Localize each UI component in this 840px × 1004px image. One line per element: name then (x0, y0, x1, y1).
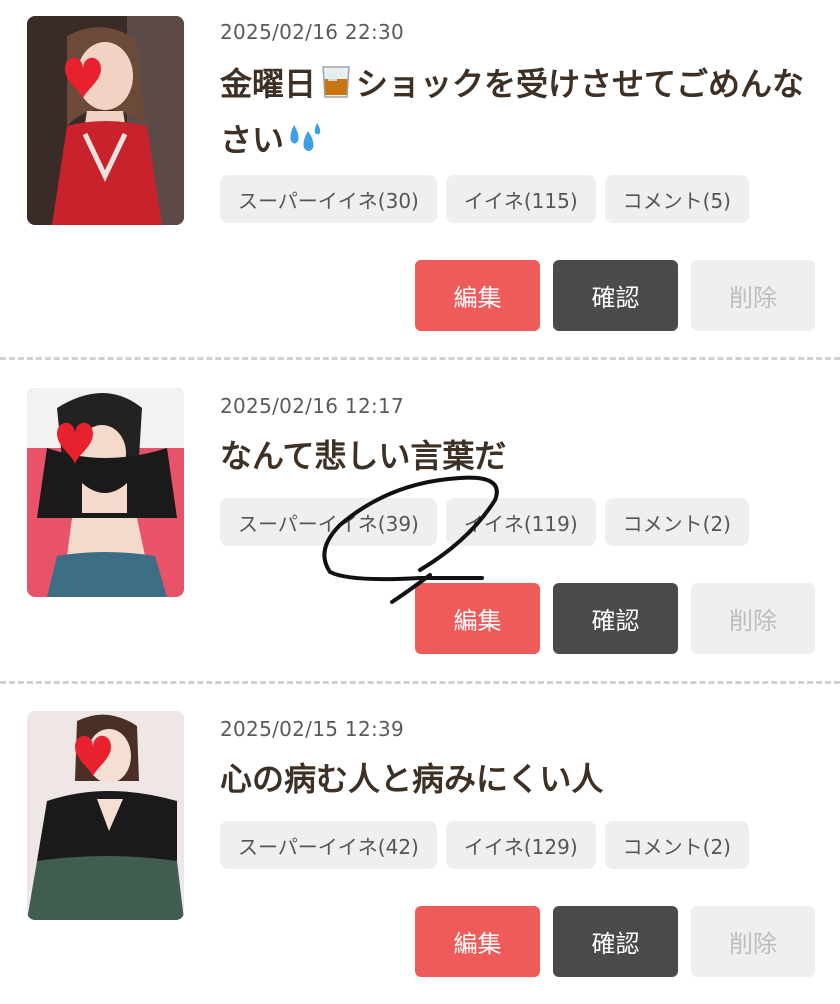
post-title[interactable]: 心の病む人と病みにくい人 (220, 751, 820, 807)
confirm-button[interactable]: 確認 (553, 583, 678, 654)
post-item: 2025/02/16 22:30 金曜日 ショックを受けさせてごめんなさい スー… (0, 0, 840, 331)
super-like-count[interactable]: スーパーイイネ(30) (220, 175, 437, 223)
comment-count[interactable]: コメント(5) (604, 175, 749, 223)
delete-button[interactable]: 削除 (691, 906, 815, 977)
super-like-count[interactable]: スーパーイイネ(39) (220, 498, 437, 546)
like-count[interactable]: イイネ(119) (445, 498, 596, 546)
edit-button[interactable]: 編集 (415, 260, 540, 331)
post-item: 2025/02/15 12:39 心の病む人と病みにくい人 スーパーイイネ(42… (0, 683, 840, 1004)
delete-button[interactable]: 削除 (691, 260, 815, 331)
post-title[interactable]: なんて悲しい言葉だ (220, 428, 820, 484)
whisky-glass-icon (322, 66, 350, 98)
post-actions: 編集 確認 削除 (415, 260, 815, 331)
post-date: 2025/02/15 12:39 (220, 717, 405, 741)
confirm-button[interactable]: 確認 (553, 260, 678, 331)
post-item: 2025/02/16 12:17 なんて悲しい言葉だ スーパーイイネ(39) イ… (0, 360, 840, 683)
post-thumbnail[interactable] (27, 388, 184, 597)
like-count[interactable]: イイネ(115) (445, 175, 596, 223)
post-thumbnail[interactable] (27, 16, 184, 225)
post-photo (27, 711, 184, 920)
delete-button[interactable]: 削除 (691, 583, 815, 654)
edit-button[interactable]: 編集 (415, 906, 540, 977)
edit-button[interactable]: 編集 (415, 583, 540, 654)
post-date: 2025/02/16 22:30 (220, 20, 405, 44)
comment-count[interactable]: コメント(2) (604, 498, 749, 546)
post-stats: スーパーイイネ(30) イイネ(115) コメント(5) (220, 175, 749, 223)
like-count[interactable]: イイネ(129) (445, 821, 596, 869)
confirm-button[interactable]: 確認 (553, 906, 678, 977)
post-title[interactable]: 金曜日 ショックを受けさせてごめんなさい (220, 56, 820, 168)
post-stats: スーパーイイネ(42) イイネ(129) コメント(2) (220, 821, 749, 869)
post-actions: 編集 確認 削除 (415, 583, 815, 654)
post-photo (27, 388, 184, 597)
post-actions: 編集 確認 削除 (415, 906, 815, 977)
super-like-count[interactable]: スーパーイイネ(42) (220, 821, 437, 869)
post-photo (27, 16, 184, 225)
post-date: 2025/02/16 12:17 (220, 394, 405, 418)
comment-count[interactable]: コメント(2) (604, 821, 749, 869)
sweat-drops-icon (290, 123, 321, 151)
post-thumbnail[interactable] (27, 711, 184, 920)
post-stats: スーパーイイネ(39) イイネ(119) コメント(2) (220, 498, 749, 546)
